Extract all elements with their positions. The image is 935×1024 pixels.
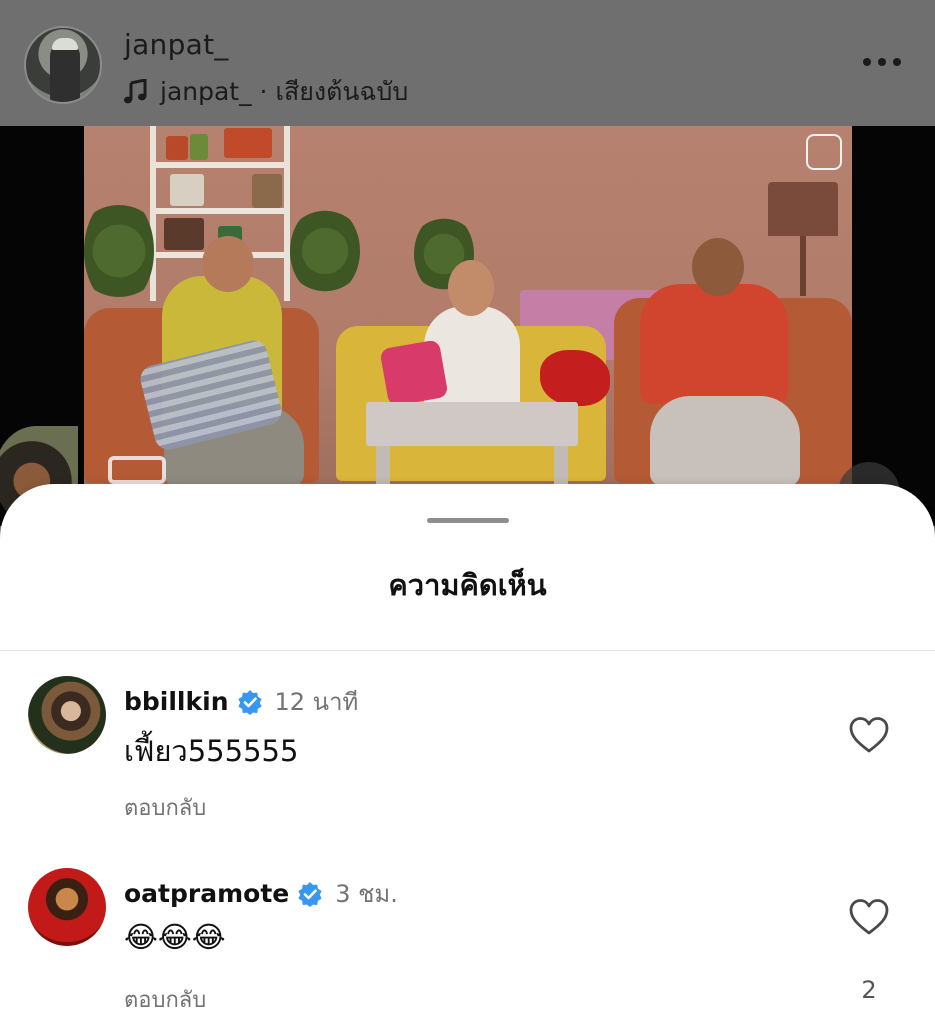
divider <box>0 650 935 651</box>
commenter-username[interactable]: bbillkin <box>124 687 229 716</box>
sheet-title: ความคิดเห็น <box>388 568 547 602</box>
audio-label: janpat_ · เสียงต้นฉบับ <box>160 77 409 106</box>
verified-icon <box>298 881 322 907</box>
channel-watermark <box>806 134 842 170</box>
post-header: janpat_ janpat_ · เสียงต้นฉบับ <box>0 0 935 126</box>
comments-sheet: ความคิดเห็น bbillkin 12 นาที เฟี้ยว55555… <box>0 484 935 1024</box>
video-player[interactable] <box>0 126 935 526</box>
reply-button[interactable]: ตอบกลับ <box>124 790 206 825</box>
heart-icon[interactable] <box>848 898 890 936</box>
commenter-username[interactable]: oatpramote <box>124 879 289 908</box>
post-username[interactable]: janpat_ <box>124 28 229 61</box>
commenter-avatar[interactable] <box>28 868 106 946</box>
video-frame <box>84 126 852 526</box>
like-count: 2 <box>861 976 877 1004</box>
audio-attribution[interactable]: janpat_ · เสียงต้นฉบับ <box>124 72 408 112</box>
comment-item: bbillkin 12 นาที เฟี้ยว555555 ตอบกลับ <box>0 676 935 846</box>
more-icon[interactable] <box>863 48 901 76</box>
verified-icon <box>237 689 262 715</box>
comment-time: 12 นาที <box>274 688 359 716</box>
post-author-avatar[interactable] <box>24 26 102 104</box>
commenter-avatar[interactable] <box>28 676 106 754</box>
comment-text: เฟี้ยว555555 <box>124 734 299 768</box>
heart-icon[interactable] <box>848 716 890 754</box>
comment-item: oatpramote 3 ชม. 😂😂😂 ตอบกลับ 2 <box>0 868 935 1024</box>
reply-button[interactable]: ตอบกลับ <box>124 982 206 1017</box>
sheet-drag-handle[interactable] <box>427 518 509 523</box>
comment-text: 😂😂😂 <box>124 920 226 954</box>
music-note-icon <box>124 79 147 104</box>
comment-time: 3 ชม. <box>335 880 398 908</box>
